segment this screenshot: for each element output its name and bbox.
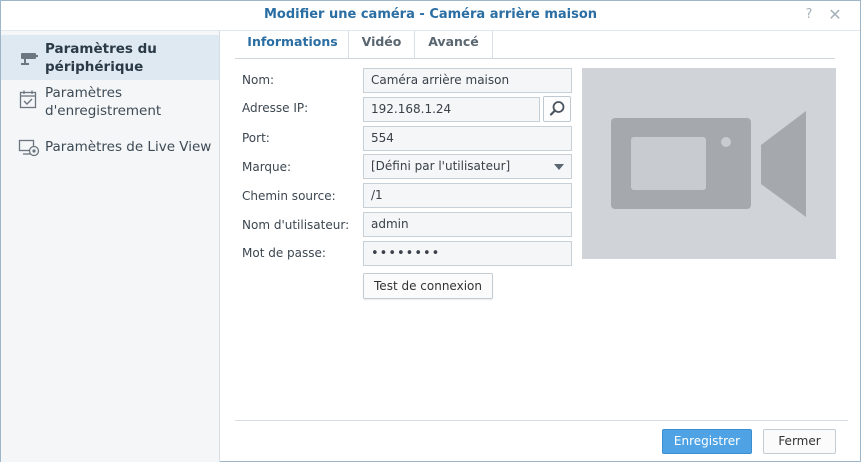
tab-video[interactable]: Vidéo (349, 31, 415, 58)
dialog-window: Modifier une caméra - Caméra arrière mai… (0, 0, 861, 462)
video-camera-icon (611, 111, 806, 217)
test-connection-button[interactable]: Test de connexion (363, 273, 493, 299)
close-button[interactable]: Fermer (763, 429, 836, 454)
title-bar: Modifier une caméra - Caméra arrière mai… (1, 1, 860, 31)
tab-informations[interactable]: Informations (237, 31, 349, 58)
port-field[interactable]: 554 (363, 126, 572, 151)
monitor-camera-icon (18, 137, 40, 159)
close-icon[interactable]: ✕ (826, 6, 844, 24)
brand-label: Marque: (242, 160, 292, 174)
search-icon (549, 101, 565, 116)
sidebar-item-device-settings[interactable]: Paramètres du périphérique (1, 35, 219, 80)
name-field[interactable]: Caméra arrière maison (363, 68, 572, 93)
sidebar-item-label: d'enregistrement (45, 103, 162, 119)
ip-label: Adresse IP: (242, 101, 309, 115)
calendar-check-icon (18, 89, 40, 111)
username-field[interactable]: admin (363, 212, 572, 237)
save-button[interactable]: Enregistrer (662, 429, 752, 454)
tab-advanced[interactable]: Avancé (415, 31, 493, 58)
brand-select-value: [Défini par l'utilisateur] (371, 159, 511, 173)
username-label: Nom d'utilisateur: (242, 218, 350, 232)
camera-device-icon (18, 47, 40, 69)
port-label: Port: (242, 131, 270, 145)
help-icon[interactable]: ? (800, 6, 818, 24)
name-label: Nom: (242, 73, 275, 87)
brand-select[interactable]: [Défini par l'utilisateur] (363, 154, 572, 179)
ip-address-field[interactable]: 192.168.1.24 (363, 97, 540, 122)
sidebar-item-label: Paramètres (45, 85, 122, 101)
sidebar-item-recording-settings[interactable]: Paramètres d'enregistrement (1, 81, 219, 125)
source-path-field[interactable]: /1 (363, 183, 572, 208)
password-field[interactable]: •••••••• (363, 241, 572, 266)
chevron-down-icon (554, 164, 564, 170)
password-label: Mot de passe: (242, 246, 326, 260)
source-path-label: Chemin source: (242, 189, 336, 203)
sidebar-item-label: périphérique (45, 59, 144, 75)
sidebar: Paramètres du périphérique Paramètres d'… (1, 31, 220, 462)
sidebar-item-label: Paramètres du (45, 41, 157, 57)
footer-divider (235, 420, 848, 421)
camera-preview (582, 68, 836, 259)
tab-bar: Informations Vidéo Avancé (235, 31, 835, 59)
ip-search-button[interactable] (543, 96, 571, 122)
sidebar-item-label: Paramètres de Live View (45, 139, 212, 155)
dialog-title: Modifier une caméra - Caméra arrière mai… (263, 7, 598, 22)
sidebar-item-live-view-settings[interactable]: Paramètres de Live View (1, 131, 219, 163)
